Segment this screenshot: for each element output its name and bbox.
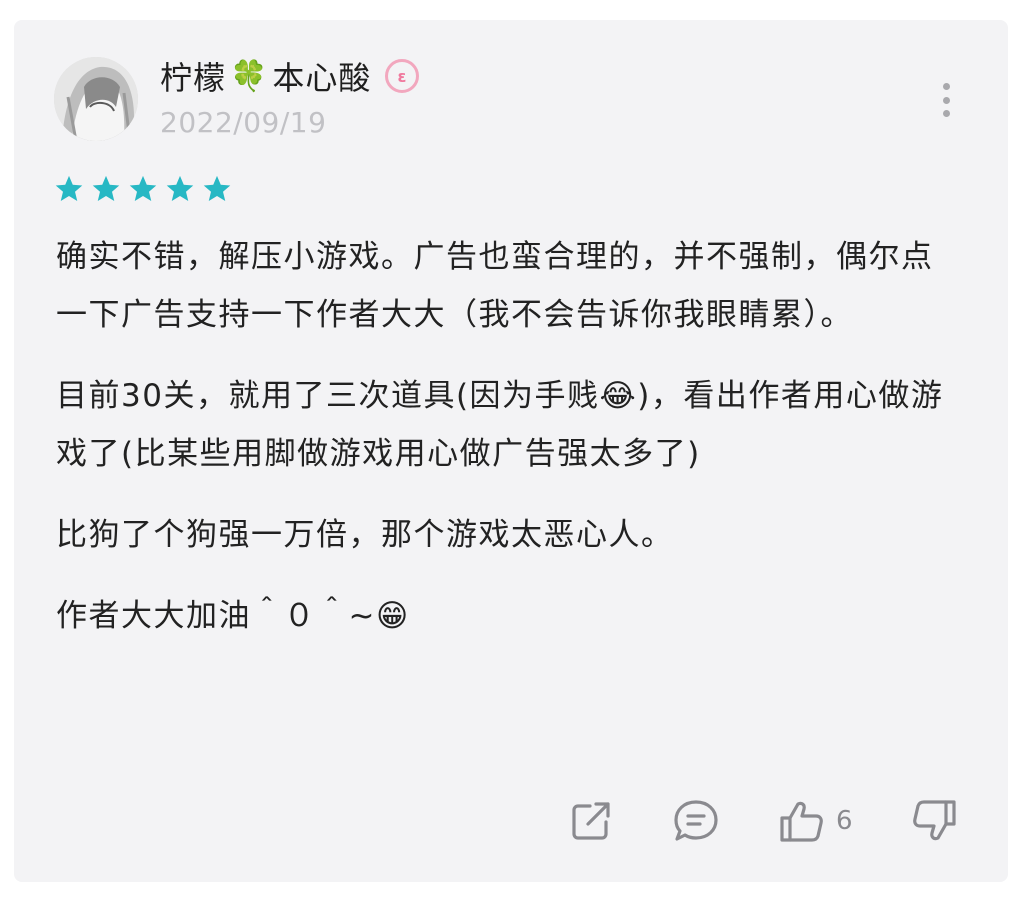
review-paragraph: 目前30关，就用了三次道具(因为手贱😂)，看出作者用心做游戏了(比某些用脚做游戏… <box>56 378 944 472</box>
thumbs-up-icon <box>780 801 823 842</box>
username[interactable]: 柠檬 🍀 本心酸 ε <box>160 54 420 98</box>
username-text-2: 本心酸 <box>272 59 372 97</box>
review-body: 确实不错，解压小游戏。广告也蛮合理的，并不强制，偶尔点一下广告支持一下作者大大（… <box>56 228 956 668</box>
star-icon <box>203 175 231 201</box>
star-icon <box>166 175 194 201</box>
star-icon <box>55 175 83 201</box>
action-bar: 6 <box>14 798 1008 844</box>
like-button[interactable]: 6 <box>778 798 853 844</box>
comment-card: 柠檬 🍀 本心酸 ε 2022/09/19 确实不错，解压小游戏。广告也蛮合理的… <box>14 20 1008 882</box>
review-paragraph: 比狗了个狗强一万倍，那个游戏太恶心人。 <box>56 517 674 553</box>
review-paragraph: 作者大大加油＾０＾~😁 <box>56 598 410 634</box>
dislike-button[interactable] <box>910 798 958 844</box>
thumbs-down-icon <box>913 800 956 841</box>
share-icon <box>572 802 610 840</box>
avatar-image <box>54 57 138 141</box>
clover-emoji: 🍀 <box>230 58 269 94</box>
star-rating <box>54 174 232 204</box>
share-button[interactable] <box>568 798 614 844</box>
star-icon <box>92 175 120 201</box>
like-count: 6 <box>836 806 853 836</box>
username-text-1: 柠檬 <box>160 59 227 97</box>
comment-date: 2022/09/19 <box>160 106 327 139</box>
more-vertical-icon[interactable] <box>934 83 958 117</box>
avatar[interactable] <box>54 57 138 141</box>
star-icon <box>129 175 157 201</box>
review-paragraph: 确实不错，解压小游戏。广告也蛮合理的，并不强制，偶尔点一下广告支持一下作者大大（… <box>56 239 934 333</box>
reply-icon <box>674 800 718 841</box>
reply-button[interactable] <box>672 798 720 844</box>
level-badge-icon: ε <box>385 59 420 93</box>
